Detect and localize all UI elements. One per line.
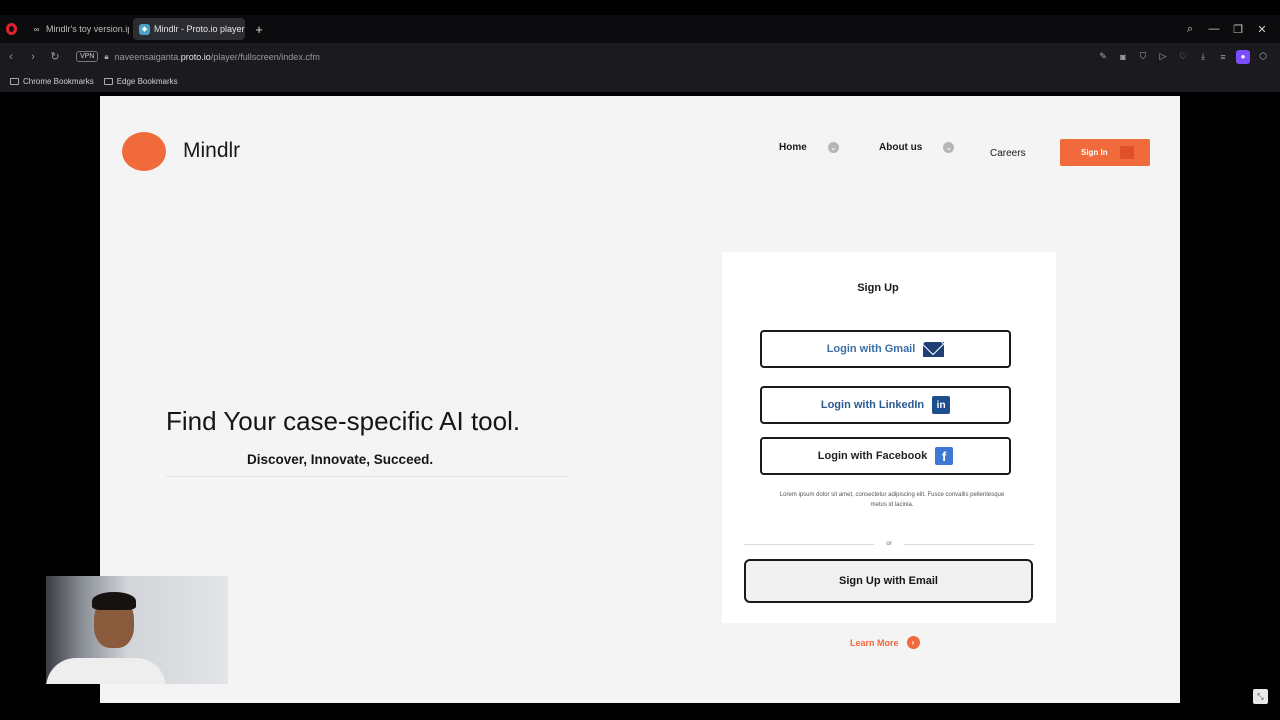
sign-in-button[interactable]: Sign In — [1060, 139, 1150, 166]
mail-icon — [923, 341, 945, 357]
camera-icon[interactable]: ◙ — [1116, 52, 1130, 62]
heart-icon[interactable]: ♡ — [1176, 51, 1190, 62]
screen: ∞ Mindlr's toy version.ipynb ◆ Mindlr - … — [0, 0, 1280, 720]
folder-icon — [10, 77, 19, 85]
edit-icon[interactable]: ✎ — [1096, 51, 1110, 62]
browser-tab-strip: ∞ Mindlr's toy version.ipynb ◆ Mindlr - … — [0, 15, 1280, 43]
url-domain: proto.io — [180, 51, 211, 62]
webcam-person-hair — [92, 592, 136, 610]
menu-icon[interactable]: ≡ — [1216, 52, 1230, 62]
new-tab-button[interactable]: + — [251, 21, 267, 37]
learn-more-link[interactable]: Learn More › — [850, 636, 920, 649]
divider-line — [744, 543, 875, 545]
webcam-person-shirt — [46, 658, 166, 684]
mindlr-logo[interactable] — [122, 132, 166, 171]
signup-title: Sign Up — [857, 282, 899, 294]
brand-name: Mindlr — [183, 139, 241, 162]
forward-icon[interactable]: › — [22, 51, 44, 63]
chevron-down-icon[interactable]: ⌄ — [943, 142, 955, 153]
hero-divider — [166, 476, 568, 477]
login-facebook-button[interactable]: Login with Facebook f — [760, 437, 1011, 475]
nav-home[interactable]: Home ⌄ — [779, 142, 839, 153]
bookmark-label: Chrome Bookmarks — [23, 76, 94, 86]
login-facebook-label: Login with Facebook — [817, 450, 928, 462]
login-gmail-button[interactable]: Login with Gmail — [760, 330, 1011, 368]
nav-careers[interactable]: Careers — [990, 148, 1026, 159]
nav-home-label: Home — [779, 142, 807, 153]
download-icon[interactable]: ⤓ — [1196, 51, 1210, 62]
address-bar: ‹ › ↻ VPN 🔒︎ naveensaiganta.proto.io/pla… — [0, 43, 1280, 70]
linkedin-icon: in — [932, 396, 951, 414]
sign-in-square-icon — [1119, 146, 1134, 159]
facebook-icon: f — [935, 447, 954, 465]
webcam-overlay — [46, 576, 228, 684]
tab-protoio[interactable]: ◆ Mindlr - Proto.io player — [133, 18, 245, 40]
close-icon[interactable]: ✕ — [1250, 23, 1274, 36]
tab-label: Mindlr's toy version.ipynb — [46, 24, 129, 34]
extensions-icon[interactable]: ⬡ — [1256, 51, 1270, 62]
or-text: or — [886, 541, 892, 547]
login-linkedin-label: Login with LinkedIn — [820, 399, 925, 411]
folder-icon — [103, 77, 113, 85]
profile-icon[interactable]: ● — [1236, 49, 1250, 64]
vpn-badge[interactable]: VPN — [76, 51, 99, 62]
sign-in-label: Sign In — [1081, 148, 1108, 157]
toolbar-icons: ✎ ◙ ⛉ ▷ ♡ ⤓ ≡ ● ⬡ — [1096, 43, 1270, 70]
nav-about[interactable]: About us ⌄ — [879, 142, 955, 153]
bookmark-label: Edge Bookmarks — [116, 76, 178, 86]
minimize-icon[interactable]: — — [1202, 23, 1226, 35]
or-divider: or — [744, 541, 1034, 547]
login-gmail-label: Login with Gmail — [826, 343, 916, 355]
restore-icon[interactable]: ❐ — [1226, 23, 1250, 36]
arrow-right-icon: › — [906, 636, 920, 649]
opera-logo-icon[interactable] — [6, 23, 17, 35]
url-prefix: naveensaiganta. — [114, 51, 181, 62]
login-linkedin-button[interactable]: Login with LinkedIn in — [760, 386, 1011, 424]
chevron-down-icon[interactable]: ⌄ — [827, 142, 839, 153]
reload-icon[interactable]: ↻ — [44, 50, 66, 63]
url-field[interactable]: naveensaiganta.proto.io/player/fullscree… — [115, 52, 320, 62]
search-tabs-icon[interactable]: ⌕ — [1178, 23, 1202, 36]
bookmark-edge[interactable]: Edge Bookmarks — [103, 76, 178, 86]
url-path: /player/fullscreen/index.cfm — [210, 51, 320, 62]
mindlr-page: Mindlr Home ⌄ About us ⌄ Careers Sign In… — [100, 96, 1180, 703]
hero-title: Find Your case-specific AI tool. — [166, 406, 521, 436]
signup-disclaimer: Lorem ipsum dolor sit amet, consectetur … — [779, 492, 1005, 508]
protoio-icon: ◆ — [139, 23, 150, 35]
bookmark-chrome[interactable]: Chrome Bookmarks — [10, 77, 94, 86]
back-icon[interactable]: ‹ — [0, 51, 22, 63]
tab-label: Mindlr - Proto.io player — [154, 24, 245, 34]
lock-icon[interactable]: 🔒︎ — [104, 52, 108, 62]
play-icon[interactable]: ▷ — [1156, 51, 1170, 62]
hero-subtitle: Discover, Innovate, Succeed. — [247, 452, 434, 467]
bookmarks-bar: Chrome Bookmarks Edge Bookmarks — [0, 70, 1280, 92]
nav-about-label: About us — [879, 142, 923, 153]
infinity-icon: ∞ — [33, 24, 40, 34]
signup-email-button[interactable]: Sign Up with Email — [744, 559, 1033, 603]
exit-fullscreen-icon[interactable]: ⤡ — [1253, 689, 1268, 704]
divider-line — [903, 543, 1034, 545]
signup-card: Sign Up Login with Gmail Login with Link… — [722, 252, 1056, 623]
tab-notebook[interactable]: ∞ Mindlr's toy version.ipynb — [25, 18, 129, 40]
learn-more-label: Learn More — [850, 637, 899, 648]
window-controls: ⌕ — ❐ ✕ — [1178, 15, 1274, 43]
shield-icon[interactable]: ⛉ — [1136, 51, 1150, 62]
